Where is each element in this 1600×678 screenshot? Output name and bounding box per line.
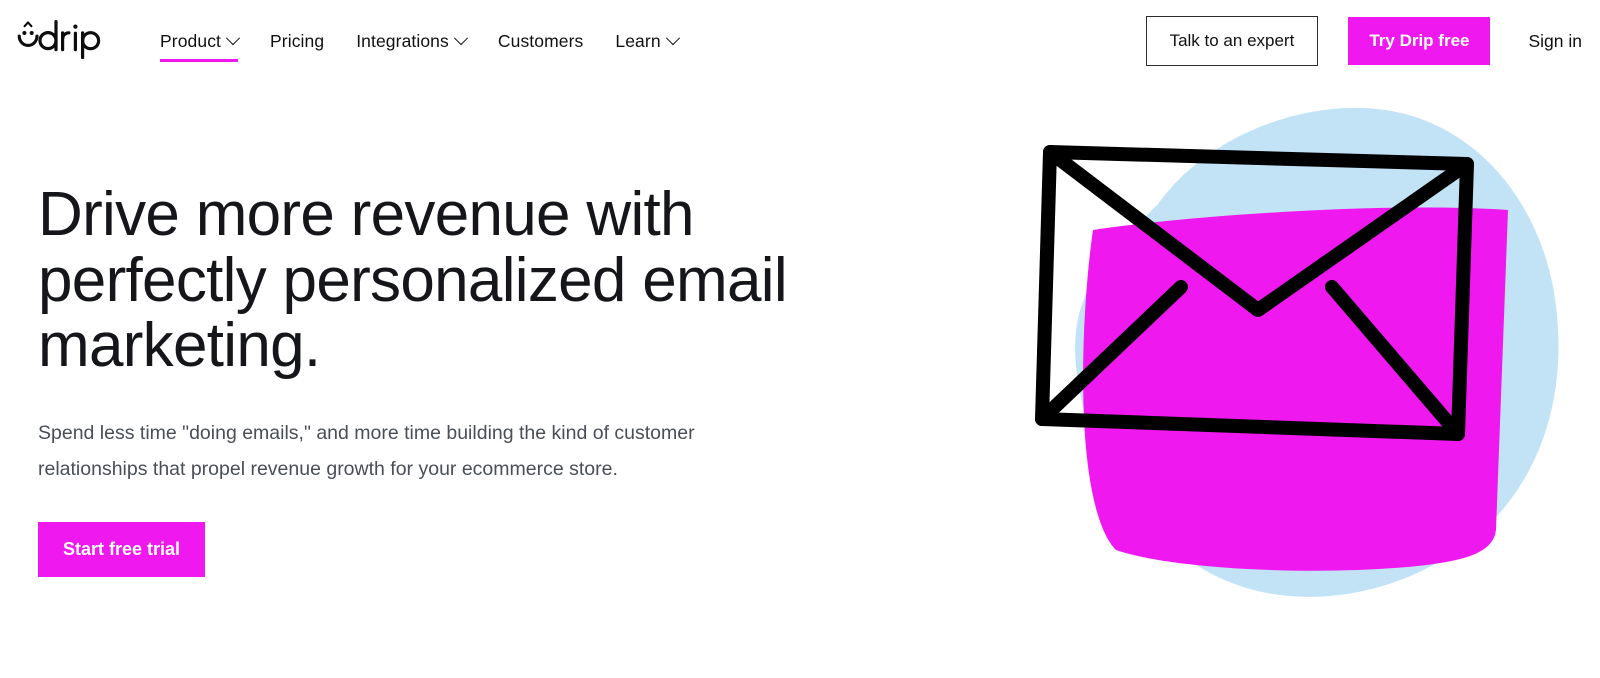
nav-item-label: Product	[160, 30, 222, 51]
hero-subtitle: Spend less time "doing emails," and more…	[38, 422, 695, 481]
nav-item-learn[interactable]: Learn	[599, 25, 693, 58]
hero-section: Drive more revenue with perfectly person…	[0, 82, 1600, 678]
try-drip-free-button[interactable]: Try Drip free	[1348, 17, 1491, 65]
nav-item-pricing[interactable]: Pricing	[254, 25, 340, 58]
magenta-card-shape	[1083, 207, 1508, 571]
nav-item-label: Learn	[615, 30, 661, 51]
start-free-trial-button[interactable]: Start free trial	[38, 522, 206, 578]
nav-item-customers[interactable]: Customers	[482, 25, 600, 58]
brand-logo-link[interactable]	[14, 19, 110, 64]
hero-copy: Drive more revenue with perfectly person…	[38, 180, 898, 578]
drip-smiley-logo-icon	[14, 19, 110, 64]
nav-item-label: Pricing	[270, 30, 325, 51]
nav-item-label: Integrations	[356, 30, 449, 51]
site-header: Product Pricing Integrations Customers L…	[0, 0, 1600, 82]
blue-blob-shape	[1075, 107, 1559, 597]
sign-in-link[interactable]: Sign in	[1526, 25, 1584, 58]
nav-item-label: Customers	[497, 30, 584, 51]
envelope-outline-icon	[1035, 145, 1474, 441]
chevron-down-icon	[453, 31, 468, 46]
chevron-down-icon	[665, 31, 680, 46]
primary-navigation: Product Pricing Integrations Customers L…	[144, 25, 1146, 62]
chevron-down-icon	[225, 31, 241, 46]
nav-item-integrations[interactable]: Integrations	[340, 25, 482, 58]
page-title: Drive more revenue with perfectly person…	[38, 180, 788, 381]
talk-to-an-expert-button[interactable]: Talk to an expert	[1145, 16, 1319, 66]
header-actions: Talk to an expert Try Drip free Sign in	[1145, 16, 1584, 66]
nav-item-product[interactable]: Product	[144, 25, 254, 62]
envelope-illustration	[980, 82, 1600, 642]
